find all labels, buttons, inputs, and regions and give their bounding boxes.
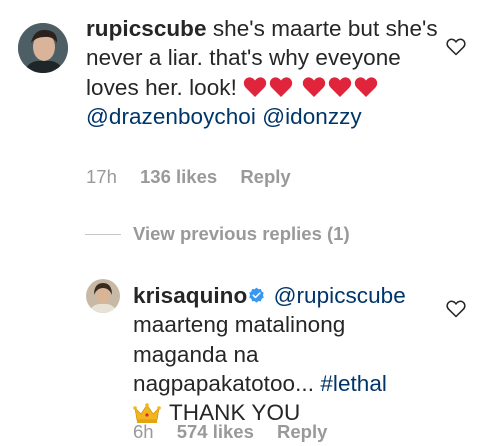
heart-emoji-icon [354, 75, 380, 100]
comment-likes[interactable]: 136 likes [140, 166, 217, 187]
heart-outline-icon[interactable] [446, 300, 466, 318]
heart-emoji-icon [302, 75, 328, 100]
verified-badge-icon [249, 287, 265, 303]
heart-outline-icon[interactable] [446, 38, 466, 56]
comment-time: 17h [86, 166, 117, 187]
avatar-image [86, 279, 120, 313]
comment-username[interactable]: rupicscube [86, 16, 207, 41]
heart-emoji-icon [328, 75, 354, 100]
reply-text: krisaquino @rupicscube maarteng matalino… [133, 281, 443, 427]
avatar-krisaquino[interactable] [86, 279, 120, 313]
reply-username[interactable]: krisaquino [133, 283, 247, 308]
view-replies-label: View previous replies (1) [133, 223, 350, 244]
avatar-image [18, 23, 68, 73]
reply-body: maarteng matalinong maganda na nagpapaka… [133, 312, 346, 396]
view-previous-replies[interactable]: View previous replies (1) [85, 220, 350, 248]
reply-meta: 6h 574 likes Reply [133, 421, 327, 443]
comment-meta: 17h 136 likes Reply [86, 166, 291, 188]
mention-link[interactable]: @idonzzy [262, 104, 362, 129]
reply-button[interactable]: Reply [277, 421, 327, 442]
mention-link[interactable]: @drazenboychoi [86, 104, 256, 129]
heart-emoji-icon [243, 75, 269, 100]
avatar-rupicscube[interactable] [18, 23, 68, 73]
reply-time: 6h [133, 421, 154, 442]
hashtag-link[interactable]: #lethal [320, 371, 387, 396]
mention-link[interactable]: @rupicscube [274, 283, 406, 308]
heart-emoji-icon [269, 75, 295, 100]
reply-likes[interactable]: 574 likes [177, 421, 254, 442]
comment-text: rupicscube she's maarte but she's never … [86, 14, 451, 131]
reply-button[interactable]: Reply [240, 166, 290, 187]
divider [85, 233, 121, 235]
